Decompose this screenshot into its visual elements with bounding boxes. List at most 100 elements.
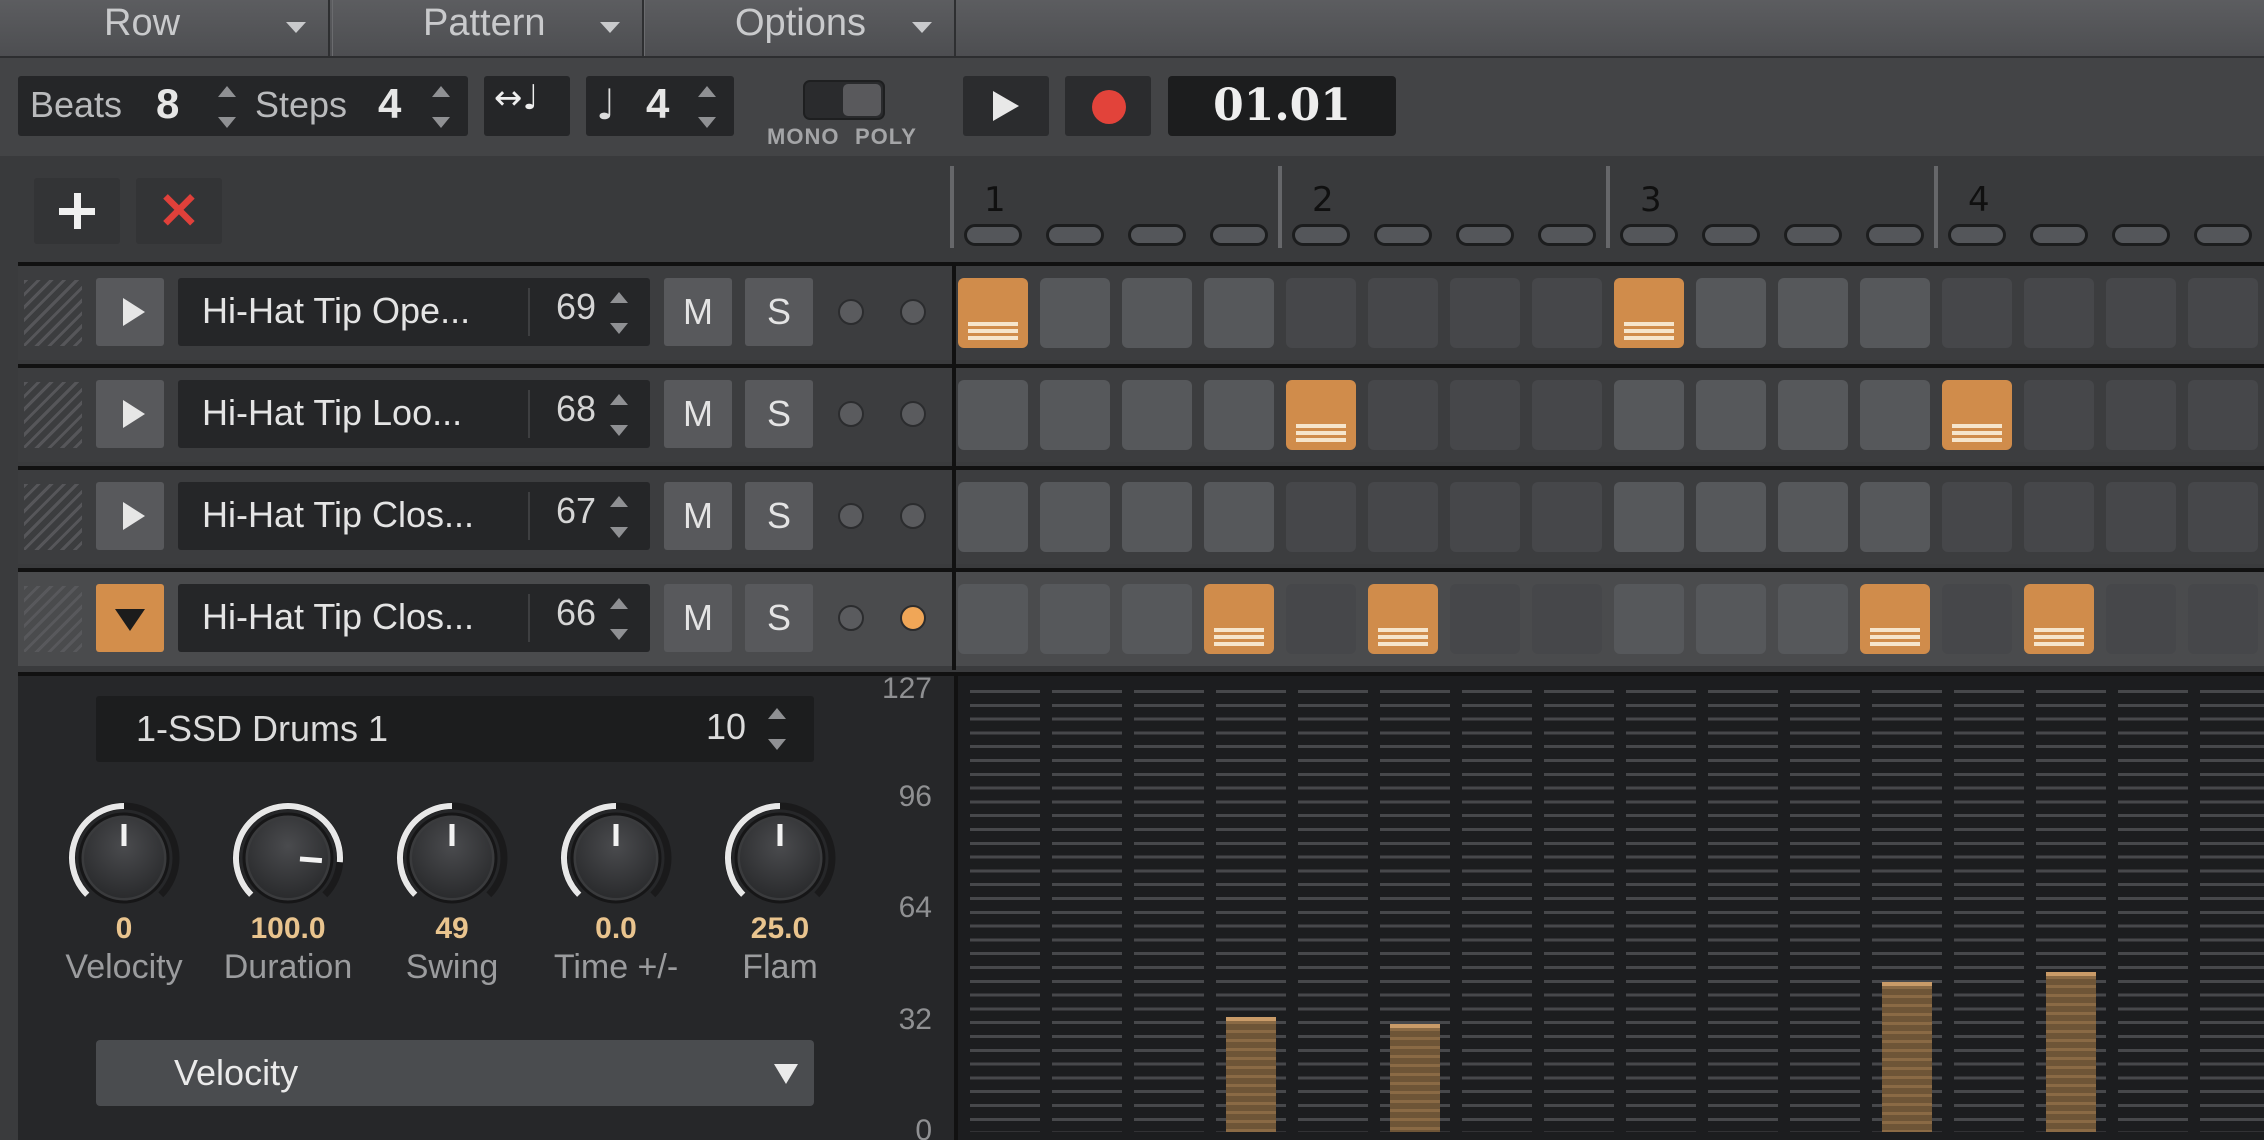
velocity-column[interactable] — [2118, 690, 2188, 1132]
lane-select-dropdown[interactable]: Velocity — [96, 1040, 814, 1106]
step-pad[interactable] — [1204, 584, 1274, 654]
steps-value[interactable]: 4 — [378, 80, 401, 128]
note-number[interactable]: 67 — [556, 490, 596, 532]
velocity-column[interactable] — [970, 690, 1040, 1132]
add-row-button[interactable] — [34, 178, 120, 244]
delete-row-button[interactable]: ✕ — [136, 178, 222, 244]
step-pad[interactable] — [1122, 482, 1192, 552]
step-pad[interactable] — [2106, 584, 2176, 654]
velocity-column[interactable] — [1298, 690, 1368, 1132]
steps-stepper[interactable] — [432, 86, 452, 128]
step-pad[interactable] — [2188, 278, 2258, 348]
velocity-bar[interactable] — [2046, 971, 2096, 1132]
note-stepper[interactable] — [610, 292, 630, 334]
step-pad[interactable] — [1614, 584, 1684, 654]
step-pad[interactable] — [1286, 482, 1356, 552]
midi-channel-value[interactable]: 10 — [706, 706, 746, 748]
step-pad[interactable] — [1614, 380, 1684, 450]
note-value[interactable]: 4 — [646, 80, 669, 128]
knob-time[interactable] — [558, 800, 674, 916]
step-pad[interactable] — [1532, 584, 1602, 654]
step-pad[interactable] — [958, 584, 1028, 654]
step-pad[interactable] — [1696, 482, 1766, 552]
step-pad[interactable] — [1204, 482, 1274, 552]
mute-button[interactable]: M — [664, 482, 732, 550]
step-pad[interactable] — [1860, 278, 1930, 348]
row-name-field[interactable]: Hi-Hat Tip Clos... 66 — [178, 584, 650, 652]
step-pad[interactable] — [1942, 278, 2012, 348]
expand-row-button[interactable] — [96, 278, 164, 346]
step-pad[interactable] — [1040, 380, 1110, 450]
step-pad[interactable] — [1942, 584, 2012, 654]
step-pad[interactable] — [958, 278, 1028, 348]
step-pad[interactable] — [1532, 380, 1602, 450]
step-pad[interactable] — [1368, 482, 1438, 552]
expand-row-button[interactable] — [96, 482, 164, 550]
step-pad[interactable] — [958, 380, 1028, 450]
beats-stepper[interactable] — [218, 86, 238, 128]
velocity-lane[interactable] — [954, 676, 2264, 1140]
midi-channel-stepper[interactable] — [768, 708, 788, 750]
note-stepper[interactable] — [610, 598, 630, 640]
velocity-column[interactable] — [1626, 690, 1696, 1132]
beats-value[interactable]: 8 — [156, 80, 179, 128]
solo-button[interactable]: S — [745, 482, 813, 550]
step-pad[interactable] — [2188, 584, 2258, 654]
step-pad[interactable] — [1450, 482, 1520, 552]
knob-duration[interactable] — [230, 800, 346, 916]
drag-handle[interactable] — [24, 586, 82, 652]
step-pad[interactable] — [1614, 278, 1684, 348]
step-pad[interactable] — [1450, 380, 1520, 450]
step-pad[interactable] — [2024, 278, 2094, 348]
step-pad[interactable] — [1860, 584, 1930, 654]
mute-button[interactable]: M — [664, 278, 732, 346]
step-pad[interactable] — [2106, 482, 2176, 552]
mute-button[interactable]: M — [664, 380, 732, 448]
knob-flam[interactable] — [722, 800, 838, 916]
step-pad[interactable] — [1286, 584, 1356, 654]
step-pad[interactable] — [1204, 278, 1274, 348]
expand-row-button[interactable] — [96, 584, 164, 652]
mono-poly-toggle[interactable] — [803, 80, 885, 120]
step-pad[interactable] — [2106, 278, 2176, 348]
step-pad[interactable] — [1942, 482, 2012, 552]
expand-row-button[interactable] — [96, 380, 164, 448]
mute-button[interactable]: M — [664, 584, 732, 652]
velocity-column[interactable] — [2200, 690, 2264, 1132]
step-pad[interactable] — [2188, 380, 2258, 450]
step-pad[interactable] — [1450, 584, 1520, 654]
step-pad[interactable] — [1532, 482, 1602, 552]
velocity-bar[interactable] — [1226, 1017, 1276, 1132]
step-pad[interactable] — [2188, 482, 2258, 552]
step-pad[interactable] — [1368, 584, 1438, 654]
play-button[interactable] — [963, 76, 1049, 136]
menu-row[interactable]: Row — [0, 0, 330, 56]
velocity-bar[interactable] — [1882, 982, 1932, 1132]
menu-options[interactable]: Options — [644, 0, 956, 56]
solo-button[interactable]: S — [745, 278, 813, 346]
step-pad[interactable] — [1696, 380, 1766, 450]
step-pad[interactable] — [1368, 278, 1438, 348]
solo-button[interactable]: S — [745, 380, 813, 448]
velocity-column[interactable] — [1708, 690, 1778, 1132]
step-pad[interactable] — [1122, 380, 1192, 450]
step-pad[interactable] — [1040, 584, 1110, 654]
step-pad[interactable] — [1368, 380, 1438, 450]
step-pad[interactable] — [1860, 482, 1930, 552]
step-pad[interactable] — [2024, 584, 2094, 654]
menu-pattern[interactable]: Pattern — [332, 0, 644, 56]
note-stepper[interactable] — [610, 496, 630, 538]
velocity-column[interactable] — [1544, 690, 1614, 1132]
step-pad[interactable] — [1778, 278, 1848, 348]
note-number[interactable]: 66 — [556, 592, 596, 634]
note-number[interactable]: 69 — [556, 286, 596, 328]
step-pad[interactable] — [1204, 380, 1274, 450]
step-pad[interactable] — [1696, 278, 1766, 348]
step-pad[interactable] — [1040, 278, 1110, 348]
velocity-column[interactable] — [1134, 690, 1204, 1132]
row-name-field[interactable]: Hi-Hat Tip Loo... 68 — [178, 380, 650, 448]
step-pad[interactable] — [1040, 482, 1110, 552]
solo-button[interactable]: S — [745, 584, 813, 652]
row-name-field[interactable]: Hi-Hat Tip Clos... 67 — [178, 482, 650, 550]
step-pad[interactable] — [1942, 380, 2012, 450]
